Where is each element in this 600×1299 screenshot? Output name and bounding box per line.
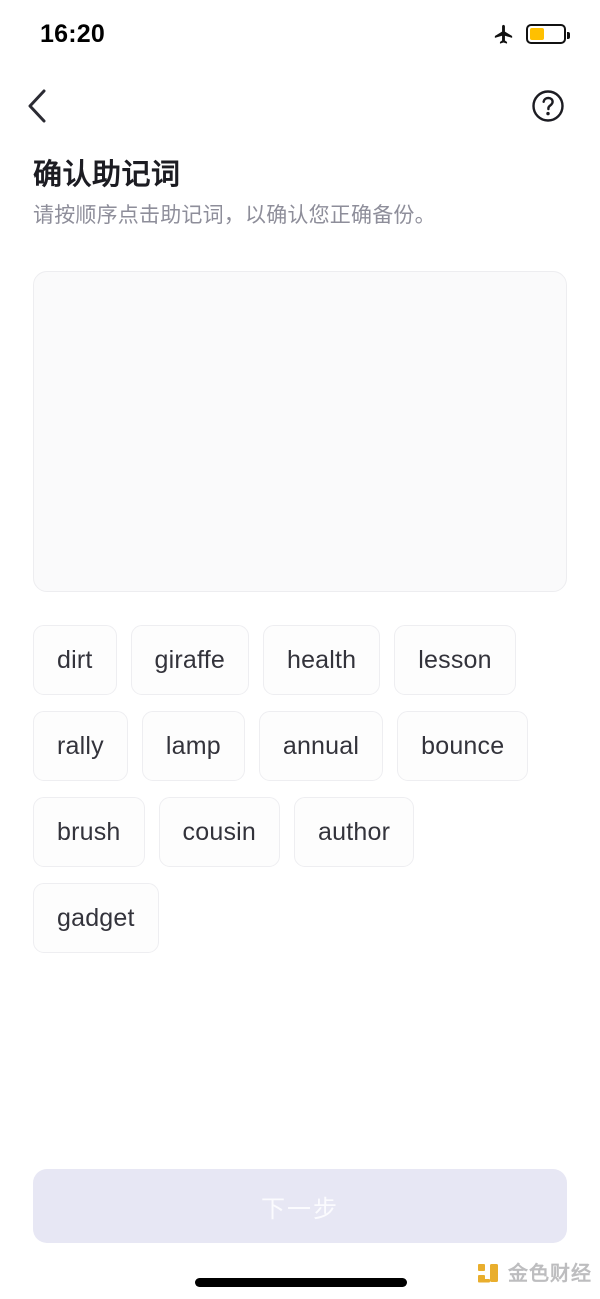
status-bar-time: 16:20: [40, 19, 105, 48]
battery-icon: [526, 24, 570, 44]
word-chip[interactable]: dirt: [33, 625, 117, 695]
word-chip[interactable]: rally: [33, 711, 128, 781]
status-bar-indicators: [492, 23, 570, 46]
word-chip[interactable]: cousin: [158, 797, 281, 867]
word-chip[interactable]: author: [294, 797, 415, 867]
word-chip[interactable]: brush: [33, 797, 145, 867]
home-indicator: [195, 1278, 407, 1287]
word-chip[interactable]: annual: [258, 711, 384, 781]
selected-words-panel[interactable]: [33, 271, 567, 592]
navigation-bar: [0, 78, 600, 134]
back-button[interactable]: [22, 84, 66, 128]
page-title: 确认助记词: [33, 159, 181, 191]
word-chip[interactable]: health: [262, 625, 381, 695]
airplane-mode-icon: [494, 24, 513, 44]
word-chip[interactable]: bounce: [397, 711, 529, 781]
word-chip[interactable]: lamp: [141, 711, 245, 781]
next-step-button[interactable]: 下一步: [33, 1169, 567, 1243]
word-bank: dirt giraffe health lesson rally lamp annual bo…: [33, 625, 533, 953]
word-chip[interactable]: gadget: [33, 883, 159, 953]
battery-fill: [530, 28, 545, 40]
page-subtitle: 请按顺序点击助记词，以确认您正确备份。: [33, 204, 436, 227]
word-chip[interactable]: giraffe: [130, 625, 249, 695]
question-mark-circle-icon: [532, 90, 564, 122]
status-bar: 16:20: [0, 0, 600, 68]
watermark-text: 金色财经: [508, 1263, 592, 1285]
watermark: 金色财经: [477, 1262, 592, 1286]
help-button[interactable]: [530, 88, 566, 124]
word-chip[interactable]: lesson: [394, 625, 516, 695]
chevron-left-icon: [28, 89, 46, 123]
jinse-finance-logo-icon: [478, 1264, 498, 1283]
